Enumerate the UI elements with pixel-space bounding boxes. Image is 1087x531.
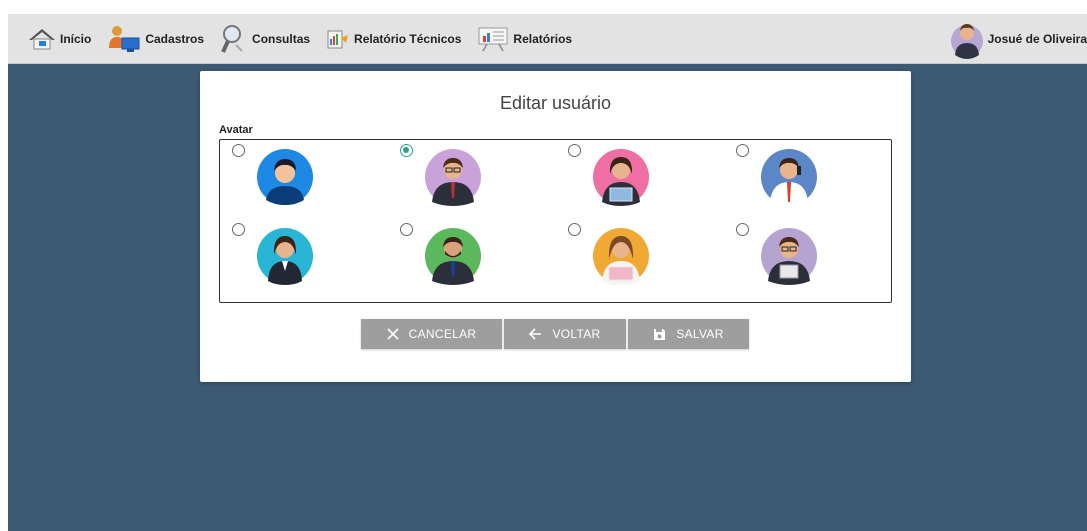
nav-label: Consultas — [252, 31, 311, 46]
avatar-boy-icon[interactable] — [256, 148, 314, 206]
home-icon — [29, 28, 55, 49]
top-navigation-bar: Início Cadastros Consultas Relatório Téc… — [8, 14, 1087, 64]
nav-label: Início — [60, 31, 92, 46]
save-button[interactable]: SALVAR — [628, 319, 749, 349]
nav-label: Relatório Técnicos — [354, 31, 462, 46]
avatar-radio-8[interactable] — [736, 223, 749, 236]
report-icon — [327, 30, 349, 48]
people-icon — [109, 25, 140, 52]
avatar-radio-5[interactable] — [232, 223, 245, 236]
avatar-option-5[interactable] — [220, 219, 388, 299]
arrow-left-icon — [529, 328, 542, 340]
floppy-disk-icon — [653, 328, 666, 341]
avatar-radio-4[interactable] — [736, 144, 749, 157]
nav-item-relatorio-tecnicos[interactable]: Relatório Técnicos — [318, 14, 469, 64]
left-margin — [0, 0, 8, 531]
avatar-radio-1[interactable] — [232, 144, 245, 157]
presentation-chart-icon — [478, 27, 508, 51]
nav-item-relatorios[interactable]: Relatórios — [469, 14, 580, 64]
avatar-option-8[interactable] — [724, 219, 892, 299]
magnifier-icon — [221, 24, 243, 53]
back-button-label: VOLTAR — [552, 327, 601, 341]
edit-user-dialog: Editar usuário Avatar CANCELAR VOLTAR SA… — [200, 71, 911, 382]
nav-item-inicio[interactable]: Início — [20, 14, 99, 64]
avatar-radio-6[interactable] — [400, 223, 413, 236]
avatar-man-glasses-suit-icon[interactable] — [424, 148, 482, 206]
avatar-radio-7[interactable] — [568, 223, 581, 236]
avatar-woman-laptop-icon[interactable] — [592, 148, 650, 206]
avatar-radio-2[interactable] — [400, 144, 413, 157]
cancel-button-label: CANCELAR — [408, 327, 477, 341]
avatar-option-3[interactable] — [556, 140, 724, 220]
avatar-man-beard-suit-icon[interactable] — [424, 227, 482, 285]
user-avatar-icon — [950, 24, 983, 59]
avatar-option-2[interactable] — [388, 140, 556, 220]
back-button[interactable]: VOLTAR — [504, 319, 626, 349]
nav-item-consultas[interactable]: Consultas — [212, 14, 318, 64]
avatar-radio-3[interactable] — [568, 144, 581, 157]
nav-item-cadastros[interactable]: Cadastros — [99, 14, 212, 64]
avatar-man-phone-icon[interactable] — [760, 148, 818, 206]
avatar-man-glasses-tablet-icon[interactable] — [760, 227, 818, 285]
avatar-option-1[interactable] — [220, 140, 388, 220]
avatar-option-6[interactable] — [388, 219, 556, 299]
save-button-label: SALVAR — [676, 327, 724, 341]
close-icon — [387, 328, 399, 340]
avatar-selector — [219, 139, 892, 303]
dialog-title: Editar usuário — [499, 93, 612, 113]
avatar-woman-suit-icon[interactable] — [256, 227, 314, 285]
avatar-woman-laptop-pink-icon[interactable] — [592, 227, 650, 285]
user-name: Josué de Oliveira — [987, 32, 1087, 46]
cancel-button[interactable]: CANCELAR — [361, 319, 502, 349]
avatar-field-label: Avatar — [219, 124, 253, 136]
nav-label: Cadastros — [145, 31, 205, 46]
avatar-option-7[interactable] — [556, 219, 724, 299]
nav-label: Relatórios — [513, 31, 573, 46]
avatar-option-4[interactable] — [724, 140, 892, 220]
user-menu[interactable]: Josué de Oliveira — [950, 14, 1087, 64]
